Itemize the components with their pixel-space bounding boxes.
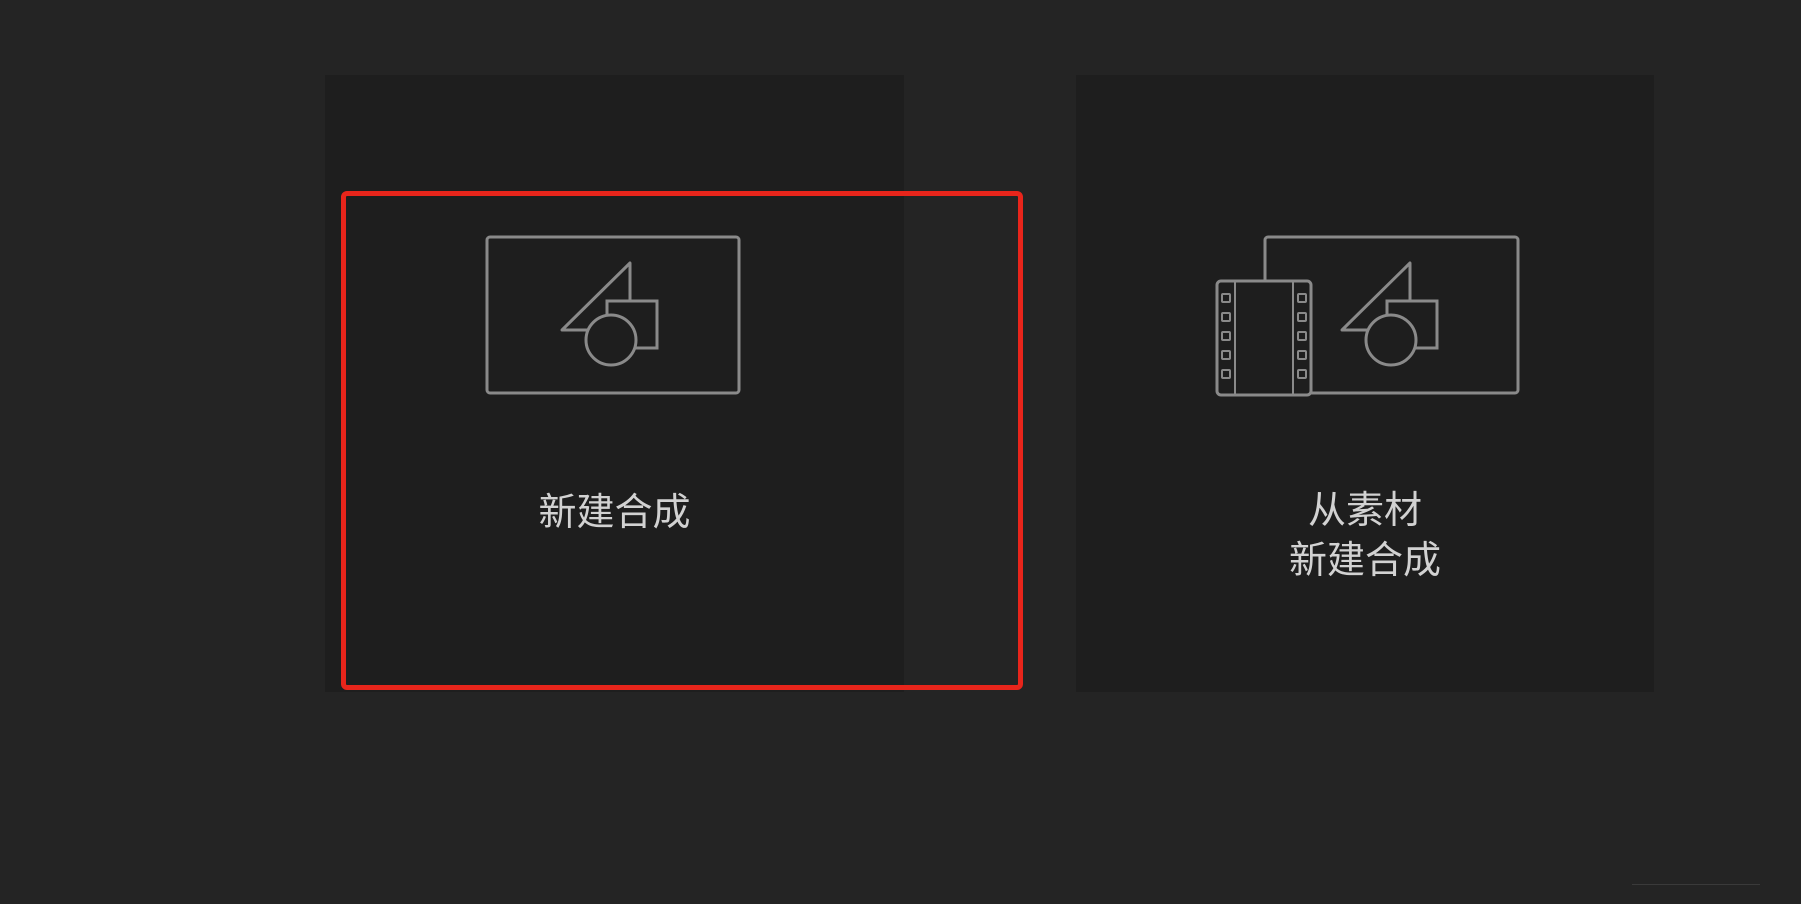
new-composition-from-footage-label: 从素材 新建合成 (1288, 488, 1441, 582)
start-screen: 新建合成 从素材 新建合成 (0, 0, 1801, 904)
new-composition-label: 新建合成 (538, 490, 691, 534)
divider (1632, 884, 1760, 885)
new-composition-button[interactable]: 新建合成 (325, 75, 904, 692)
composition-from-footage-icon (1215, 235, 1520, 397)
new-composition-from-footage-button[interactable]: 从素材 新建合成 (1076, 75, 1654, 692)
composition-icon (485, 235, 741, 395)
